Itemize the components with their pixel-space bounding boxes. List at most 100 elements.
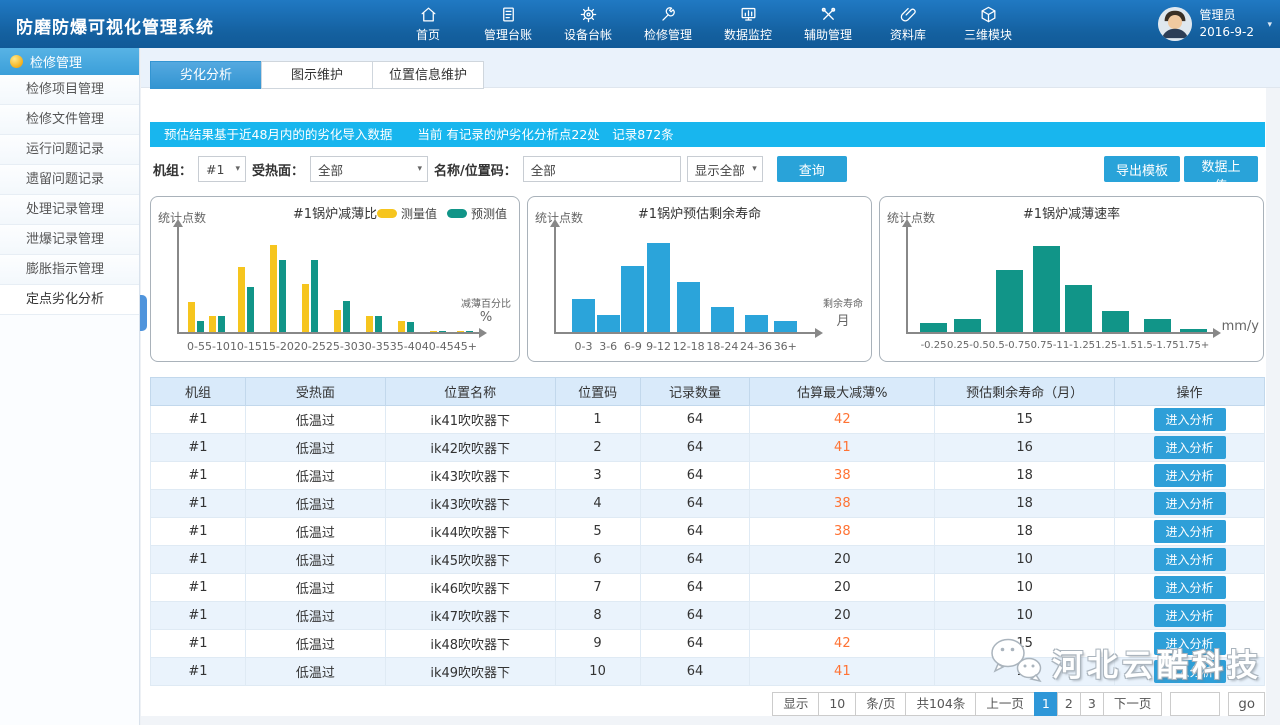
sidebar-item-运行问题记录[interactable]: 运行问题记录 bbox=[0, 135, 139, 165]
nav-item-资料库[interactable]: 资料库 bbox=[868, 0, 948, 48]
display-select[interactable]: 显示全部 ▾ bbox=[687, 156, 763, 182]
page-jump-input[interactable] bbox=[1170, 692, 1220, 716]
cell-code: 2 bbox=[555, 434, 640, 462]
cell-name: ik48吹吹器下 bbox=[385, 630, 555, 658]
x-tick-label: 12-18 bbox=[673, 340, 705, 353]
enter-analysis-button[interactable]: 进入分析 bbox=[1154, 436, 1226, 459]
page-size-value[interactable]: 10 bbox=[818, 692, 856, 716]
name-code-input[interactable] bbox=[523, 156, 681, 182]
bars bbox=[238, 237, 254, 332]
sidebar-item-处理记录管理[interactable]: 处理记录管理 bbox=[0, 195, 139, 225]
enter-analysis-button[interactable]: 进入分析 bbox=[1154, 632, 1226, 655]
bar bbox=[218, 316, 225, 332]
bar bbox=[311, 260, 318, 332]
cell-thinning: 38 bbox=[750, 518, 935, 546]
bar-group: 0-3 bbox=[572, 237, 595, 353]
table-row: #1低温过ik43吹吹器下3643818进入分析 bbox=[151, 462, 1265, 490]
sidebar-item-检修项目管理[interactable]: 检修项目管理 bbox=[0, 75, 139, 105]
cell-code: 9 bbox=[555, 630, 640, 658]
tab-位置信息维护[interactable]: 位置信息维护 bbox=[372, 61, 484, 89]
cell-records: 64 bbox=[640, 406, 750, 434]
cell-unit: #1 bbox=[151, 630, 246, 658]
search-button[interactable]: 查询 bbox=[777, 156, 847, 182]
legend-label: 预测值 bbox=[471, 205, 507, 222]
sidebar-item-遗留问题记录[interactable]: 遗留问题记录 bbox=[0, 165, 139, 195]
bars bbox=[398, 237, 414, 332]
bar-group: 9-12 bbox=[646, 237, 671, 353]
nav-item-label: 首页 bbox=[416, 26, 440, 43]
y-axis-line bbox=[177, 227, 179, 332]
nav-item-三维模块[interactable]: 三维模块 bbox=[948, 0, 1028, 48]
cell-action: 进入分析 bbox=[1115, 406, 1265, 434]
cell-life: 15 bbox=[935, 406, 1115, 434]
cell-surface: 低温过 bbox=[245, 462, 385, 490]
table-header-row: 机组受热面位置名称位置码记录数量估算最大减薄%预估剩余寿命（月）操作 bbox=[151, 378, 1265, 406]
page-unit-label: 条/页 bbox=[855, 692, 906, 716]
table-header-cell: 机组 bbox=[151, 378, 246, 406]
x-axis-arrow-icon bbox=[1213, 328, 1221, 338]
info-bar: 预估结果基于近48月内的的劣化导入数据 当前 有记录的炉劣化分析点22处 记录8… bbox=[150, 122, 1265, 147]
unit-select[interactable]: #1 ▾ bbox=[198, 156, 246, 182]
x-axis-unit-top: 减薄百分比 bbox=[461, 295, 511, 310]
bar bbox=[621, 266, 644, 332]
go-button[interactable]: go bbox=[1228, 692, 1265, 716]
sidebar-item-膨胀指示管理[interactable]: 膨胀指示管理 bbox=[0, 255, 139, 285]
export-template-button[interactable]: 导出模板 bbox=[1104, 156, 1180, 182]
user-block[interactable]: 管理员 2016-9-2 bbox=[1158, 7, 1254, 41]
nav-item-label: 检修管理 bbox=[644, 26, 692, 43]
sidebar-item-泄爆记录管理[interactable]: 泄爆记录管理 bbox=[0, 225, 139, 255]
next-page-button[interactable]: 下一页 bbox=[1103, 692, 1163, 716]
x-tick-label: 1-1.25 bbox=[1063, 340, 1095, 351]
nav-item-辅助管理[interactable]: 辅助管理 bbox=[788, 0, 868, 48]
bar-group: 10-15 bbox=[230, 237, 262, 353]
caret-down-icon[interactable]: ▾ bbox=[1267, 20, 1272, 30]
cell-life: 15 bbox=[935, 630, 1115, 658]
x-tick-label: 9-12 bbox=[646, 340, 671, 353]
sidebar-active-indicator[interactable] bbox=[140, 295, 147, 331]
cell-unit: #1 bbox=[151, 490, 246, 518]
enter-analysis-button[interactable]: 进入分析 bbox=[1154, 520, 1226, 543]
bar bbox=[343, 301, 350, 332]
page-number-2[interactable]: 2 bbox=[1057, 692, 1081, 716]
enter-analysis-button[interactable]: 进入分析 bbox=[1154, 408, 1226, 431]
cell-action: 进入分析 bbox=[1115, 658, 1265, 686]
filter-row: 机组： #1 ▾ 受热面： 全部 ▾ 名称/位置码： 显示全部 ▾ 查询 bbox=[153, 156, 847, 182]
surface-select[interactable]: 全部 ▾ bbox=[310, 156, 428, 182]
bars bbox=[209, 237, 225, 332]
caret-down-icon: ▾ bbox=[235, 164, 240, 174]
legend-item: 测量值 bbox=[377, 205, 437, 222]
x-tick-label: 1.75+ bbox=[1179, 340, 1210, 351]
x-tick-label: 24-36 bbox=[740, 340, 772, 353]
page-number-1[interactable]: 1 bbox=[1034, 692, 1058, 716]
nav-item-设备台帐[interactable]: 设备台帐 bbox=[548, 0, 628, 48]
cell-surface: 低温过 bbox=[245, 518, 385, 546]
page-number-3[interactable]: 3 bbox=[1080, 692, 1104, 716]
x-tick-label: 0-5 bbox=[187, 340, 205, 353]
x-tick-label: 35-40 bbox=[390, 340, 422, 353]
cell-code: 3 bbox=[555, 462, 640, 490]
enter-analysis-button[interactable]: 进入分析 bbox=[1154, 464, 1226, 487]
cell-thinning: 42 bbox=[750, 630, 935, 658]
enter-analysis-button[interactable]: 进入分析 bbox=[1154, 576, 1226, 599]
data-upload-button[interactable]: 数据上传 bbox=[1184, 156, 1258, 182]
tab-图示维护[interactable]: 图示维护 bbox=[261, 61, 373, 89]
enter-analysis-button[interactable]: 进入分析 bbox=[1154, 548, 1226, 571]
enter-analysis-button[interactable]: 进入分析 bbox=[1154, 604, 1226, 627]
nav-item-检修管理[interactable]: 检修管理 bbox=[628, 0, 708, 48]
nav-item-数据监控[interactable]: 数据监控 bbox=[708, 0, 788, 48]
bar-group: 24-36 bbox=[740, 237, 772, 353]
nav-item-管理台账[interactable]: 管理台账 bbox=[468, 0, 548, 48]
tab-劣化分析[interactable]: 劣化分析 bbox=[150, 61, 262, 89]
enter-analysis-button[interactable]: 进入分析 bbox=[1154, 660, 1226, 683]
cell-records: 64 bbox=[640, 630, 750, 658]
prev-page-button[interactable]: 上一页 bbox=[975, 692, 1035, 716]
bars bbox=[954, 237, 981, 332]
sidebar-item-定点劣化分析[interactable]: 定点劣化分析 bbox=[0, 285, 139, 315]
bars bbox=[1102, 237, 1129, 332]
bar-group: 25-30 bbox=[326, 237, 358, 353]
nav-item-首页[interactable]: 首页 bbox=[388, 0, 468, 48]
y-axis-arrow-icon bbox=[173, 219, 183, 227]
sidebar-item-检修文件管理[interactable]: 检修文件管理 bbox=[0, 105, 139, 135]
enter-analysis-button[interactable]: 进入分析 bbox=[1154, 492, 1226, 515]
cell-life: 16 bbox=[935, 434, 1115, 462]
